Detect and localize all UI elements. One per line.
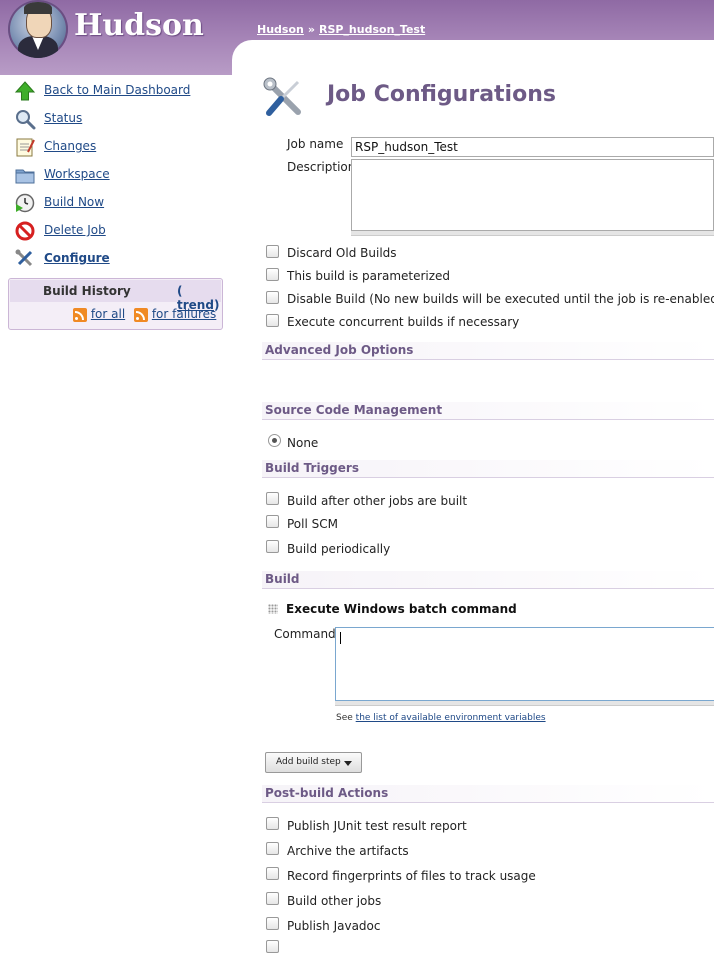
section-scm: Source Code Management: [262, 402, 714, 420]
archive-artifacts-checkbox[interactable]: [266, 842, 279, 855]
publish-junit-checkbox[interactable]: [266, 817, 279, 830]
up-arrow-icon: [14, 81, 36, 101]
section-title: Build Triggers: [265, 461, 359, 475]
rss-for-failures-link[interactable]: for failures: [152, 307, 216, 321]
section-post-build: Post-build Actions: [262, 785, 714, 803]
magnifier-icon: [16, 110, 36, 130]
command-label: Command: [274, 627, 336, 641]
rss-for-failures[interactable]: for failures: [134, 307, 216, 322]
sidebar-item-status[interactable]: Status: [14, 108, 229, 130]
archive-artifacts-label: Archive the artifacts: [287, 844, 409, 858]
page-title: Job Configurations: [327, 82, 556, 107]
publish-javadoc-label: Publish Javadoc: [287, 919, 381, 933]
job-name-field[interactable]: RSP_hudson_Test: [351, 137, 714, 157]
sidebar-item-changes[interactable]: Changes: [14, 136, 229, 158]
notepad-icon: [16, 138, 35, 157]
trigger-periodically-label: Build periodically: [287, 542, 391, 556]
sidebar-item-label[interactable]: Back to Main Dashboard: [44, 83, 190, 97]
sidebar: Back to Main Dashboard Status Changes Wo…: [0, 75, 232, 947]
build-history-panel: Build History ( trend) for all for failu…: [8, 278, 223, 330]
build-history-header: Build History ( trend): [10, 280, 221, 312]
main-panel: Job Configurations Job name RSP_hudson_T…: [232, 40, 714, 953]
breadcrumb: Hudson» RSP_hudson_Test: [257, 23, 425, 36]
section-title: Advanced Job Options: [265, 343, 414, 357]
job-name-label: Job name: [287, 137, 344, 151]
parameterized-label: This build is parameterized: [287, 269, 451, 283]
command-textarea[interactable]: [335, 627, 714, 701]
dropdown-arrow-icon: [344, 761, 352, 766]
sidebar-item-label[interactable]: Status: [44, 111, 82, 125]
concurrent-builds-label: Execute concurrent builds if necessary: [287, 315, 520, 329]
configure-tools-icon: [263, 77, 301, 116]
sidebar-item-label[interactable]: Workspace: [44, 167, 110, 181]
parameterized-checkbox[interactable]: [266, 268, 279, 281]
publish-junit-label: Publish JUnit test result report: [287, 819, 467, 833]
sidebar-item-back[interactable]: Back to Main Dashboard: [14, 80, 229, 102]
rss-for-all-link[interactable]: for all: [91, 307, 125, 321]
add-build-step-label: Add build step: [276, 757, 341, 767]
concurrent-builds-checkbox[interactable]: [266, 314, 279, 327]
description-resize-bar[interactable]: [351, 231, 714, 236]
disable-build-checkbox[interactable]: [266, 291, 279, 304]
wrench-screwdriver-icon: [15, 249, 33, 267]
folder-icon: [15, 169, 35, 184]
trigger-after-other-jobs-checkbox[interactable]: [266, 492, 279, 505]
publish-javadoc-checkbox[interactable]: [266, 917, 279, 930]
text-caret: [340, 632, 341, 644]
breadcrumb-hudson[interactable]: Hudson: [257, 23, 304, 36]
trigger-poll-scm-checkbox[interactable]: [266, 515, 279, 528]
sidebar-item-label[interactable]: Delete Job: [44, 223, 106, 237]
add-build-step-button[interactable]: Add build step: [265, 752, 362, 773]
discard-old-builds-checkbox[interactable]: [266, 245, 279, 258]
section-title: Build: [265, 572, 300, 586]
discard-old-builds-label: Discard Old Builds: [287, 246, 397, 260]
sidebar-item-build-now[interactable]: Build Now: [14, 192, 229, 214]
trend-paren-open: (: [177, 284, 183, 298]
build-other-jobs-checkbox[interactable]: [266, 892, 279, 905]
scm-none-radio[interactable]: [268, 434, 281, 447]
record-fingerprints-checkbox[interactable]: [266, 867, 279, 880]
build-step-title: Execute Windows batch command: [286, 602, 517, 616]
description-field[interactable]: [351, 159, 714, 231]
trigger-poll-scm-label: Poll SCM: [287, 517, 338, 531]
disable-build-label: Disable Build (No new builds will be exe…: [287, 292, 714, 306]
no-entry-icon: [15, 221, 35, 241]
record-fingerprints-label: Record fingerprints of files to track us…: [287, 869, 536, 883]
drag-handle-icon[interactable]: [268, 604, 278, 614]
section-build-triggers: Build Triggers: [262, 460, 714, 478]
scm-none-label: None: [287, 436, 319, 450]
env-vars-link[interactable]: the list of available environment variab…: [356, 713, 546, 723]
build-other-jobs-label: Build other jobs: [287, 894, 382, 908]
sidebar-item-delete-job[interactable]: Delete Job: [14, 220, 229, 242]
rss-icon: [134, 307, 148, 322]
description-label: Description: [287, 160, 356, 174]
sidebar-item-configure[interactable]: Configure: [14, 248, 229, 270]
hudson-logo-icon[interactable]: [8, 0, 68, 58]
command-resize-bar[interactable]: [335, 701, 714, 706]
trigger-periodically-checkbox[interactable]: [266, 540, 279, 553]
breadcrumb-job[interactable]: RSP_hudson_Test: [319, 23, 425, 36]
sidebar-item-workspace[interactable]: Workspace: [14, 164, 229, 186]
rss-icon: [73, 307, 87, 322]
trigger-after-other-jobs-label: Build after other jobs are built: [287, 494, 468, 508]
rss-for-all[interactable]: for all: [73, 307, 125, 322]
section-title: Post-build Actions: [265, 786, 389, 800]
see-text: See: [336, 713, 353, 723]
app-name[interactable]: Hudson: [74, 8, 204, 43]
sidebar-item-label[interactable]: Build Now: [44, 195, 104, 209]
sidebar-item-label[interactable]: Configure: [44, 251, 110, 265]
sidebar-item-label[interactable]: Changes: [44, 139, 96, 153]
section-title: Source Code Management: [265, 403, 443, 417]
clock-play-icon: [15, 193, 35, 213]
env-vars-hint: See the list of available environment va…: [336, 713, 546, 723]
breadcrumb-separator: »: [307, 23, 315, 36]
build-history-title: Build History: [43, 284, 131, 298]
section-build: Build: [262, 571, 714, 589]
section-advanced: Advanced Job Options: [262, 342, 714, 360]
